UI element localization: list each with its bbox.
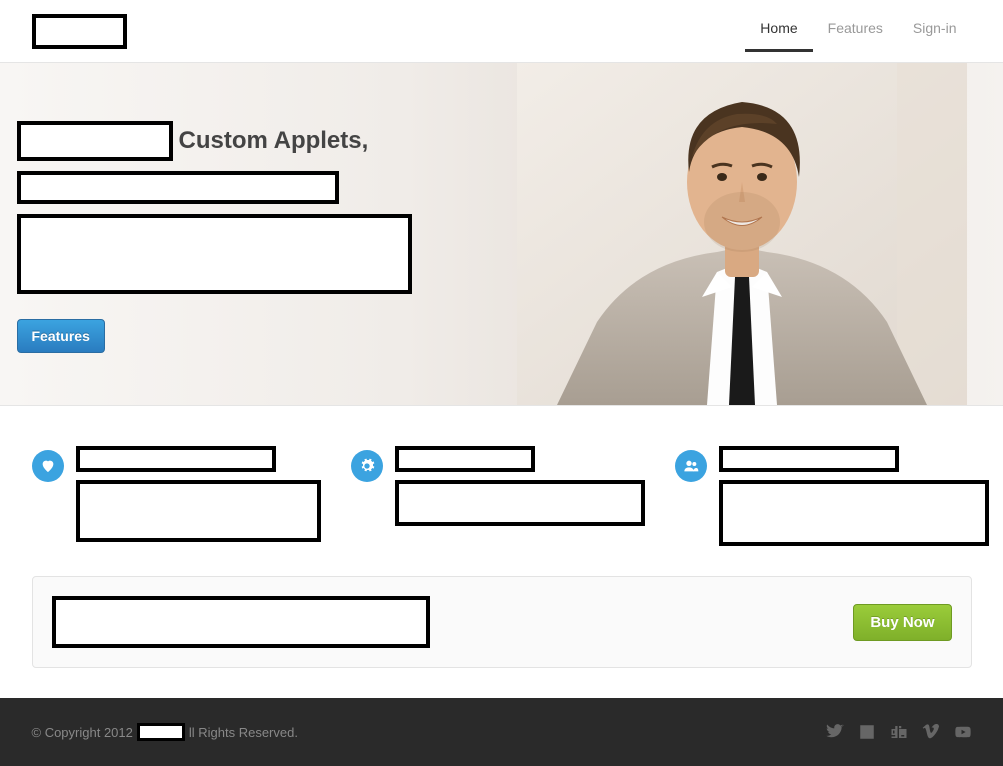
footer: © Copyright 2012 ll Rights Reserved. [0,698,1003,766]
hero-headline-redacted-2 [17,171,339,204]
copyright-prefix: © Copyright 2012 [32,725,133,740]
logo[interactable] [32,14,127,49]
twitter-icon[interactable] [826,723,844,741]
feature-item [351,446,645,546]
hero-headline-redacted-1 [17,121,173,161]
digg-icon[interactable] [890,723,908,741]
cta-text-redacted [52,596,430,648]
main-nav: Home Features Sign-in [745,10,971,52]
feature-desc-redacted [76,480,321,542]
copyright-suffix: ll Rights Reserved. [189,725,298,740]
heart-icon [32,450,64,482]
cta-section: Buy Now [32,576,972,668]
nav-features[interactable]: Features [813,10,898,52]
vimeo-icon[interactable] [922,723,940,741]
youtube-icon[interactable] [954,723,972,741]
buy-now-button[interactable]: Buy Now [853,604,951,641]
hero-description-redacted [17,214,412,294]
feature-title-redacted [76,446,276,472]
facebook-icon[interactable] [858,723,876,741]
feature-desc-redacted [719,480,989,546]
nav-signin[interactable]: Sign-in [898,10,972,52]
footer-redacted [137,723,185,741]
feature-item [32,446,321,546]
hero-headline-text: Custom Applets, [179,127,369,155]
users-icon [675,450,707,482]
feature-title-redacted [395,446,535,472]
nav-home[interactable]: Home [745,10,812,52]
social-links [826,723,972,741]
footer-copyright: © Copyright 2012 ll Rights Reserved. [32,723,298,741]
feature-item [675,446,989,546]
feature-desc-redacted [395,480,645,526]
hero-image [517,63,967,405]
feature-title-redacted [719,446,899,472]
hero-section: Custom Applets, Features [0,63,1003,406]
gear-icon [351,450,383,482]
features-section [17,406,987,576]
header: Home Features Sign-in [0,0,1003,63]
hero-cta-button[interactable]: Features [17,319,105,353]
